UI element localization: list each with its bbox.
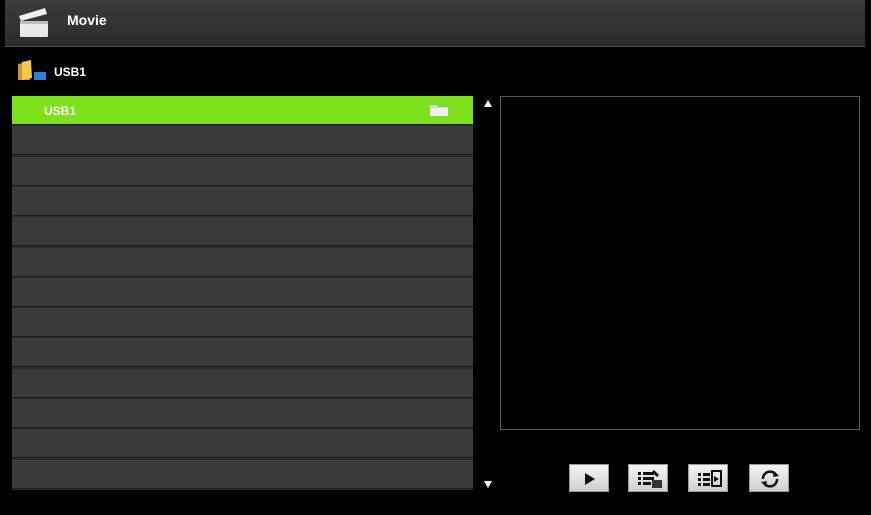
repeat-icon <box>761 470 779 488</box>
play-icon <box>585 473 595 485</box>
scroll-down-arrow-icon[interactable] <box>484 481 492 488</box>
select-all-button[interactable] <box>628 464 668 492</box>
list-item[interactable] <box>12 186 473 216</box>
list-item[interactable] <box>12 459 473 489</box>
clapperboard-icon <box>19 8 48 37</box>
list-item-label: USB1 <box>44 104 77 118</box>
folder-icon <box>430 105 448 116</box>
play-button[interactable] <box>569 464 609 492</box>
list-item[interactable]: USB1 <box>12 96 473 125</box>
list-item[interactable] <box>12 338 473 368</box>
list-item[interactable] <box>12 126 473 156</box>
list-item[interactable] <box>12 247 473 277</box>
list-item[interactable] <box>12 308 473 338</box>
title-bar: Movie <box>5 0 865 47</box>
list-item[interactable] <box>12 368 473 398</box>
page-title: Movie <box>67 12 107 28</box>
playlist-button[interactable] <box>688 464 728 492</box>
list-item[interactable] <box>12 277 473 307</box>
repeat-button[interactable] <box>749 464 789 492</box>
select-all-icon <box>638 470 662 488</box>
list-item[interactable] <box>12 429 473 459</box>
file-list: USB1 <box>12 96 473 490</box>
list-item[interactable] <box>12 217 473 247</box>
folder-icon <box>18 60 46 80</box>
scroll-up-arrow-icon[interactable] <box>484 100 492 107</box>
list-item[interactable] <box>12 399 473 428</box>
preview-pane <box>500 96 860 430</box>
list-item[interactable] <box>12 156 473 186</box>
playlist-icon <box>698 470 722 487</box>
breadcrumb-label: USB1 <box>54 65 87 79</box>
